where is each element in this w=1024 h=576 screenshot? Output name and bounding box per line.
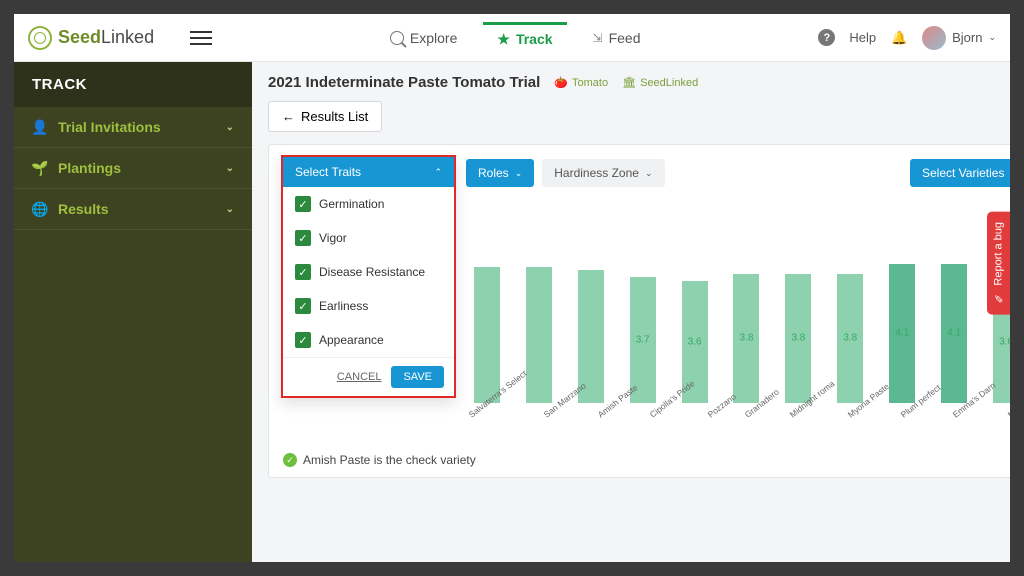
brand-word-b: Linked	[101, 27, 154, 47]
checkbox-checked-icon: ✓	[295, 196, 311, 212]
seedlinked-logo-icon	[28, 26, 52, 50]
page-title: 2021 Indeterminate Paste Tomato Trial	[268, 74, 540, 91]
bar-value: 3.8	[740, 333, 754, 344]
checkbox-checked-icon: ✓	[295, 264, 311, 280]
chevron-up-icon: ⌃	[434, 167, 442, 178]
traits-cancel-button[interactable]: CANCEL	[337, 366, 382, 388]
user-menu[interactable]: Bjorn ⌄	[922, 26, 996, 50]
roles-label: Roles	[478, 166, 509, 180]
checkbox-checked-icon: ✓	[295, 332, 311, 348]
org-chip[interactable]: 🏛 SeedLinked	[622, 76, 698, 89]
sidebar-item-label: Trial Invitations	[58, 119, 161, 135]
pencil-icon: ✎	[992, 292, 1005, 305]
chevron-down-icon: ⌄	[226, 163, 234, 174]
trait-label: Appearance	[319, 333, 384, 347]
org-label: SeedLinked	[640, 77, 698, 89]
user-name: Bjorn	[952, 30, 982, 45]
user-plus-icon: 👤	[32, 119, 48, 135]
globe-icon: 🌐	[32, 201, 48, 217]
report-bug-label: Report a bug	[993, 222, 1005, 286]
sidebar-item-results[interactable]: 🌐 Results ⌄	[14, 189, 252, 230]
trait-option[interactable]: ✓ Vigor	[283, 221, 454, 255]
checkbox-checked-icon: ✓	[295, 230, 311, 246]
check-note-text: Amish Paste is the check variety	[303, 453, 476, 467]
chevron-down-icon: ⌄	[226, 122, 234, 133]
trait-option[interactable]: ✓ Disease Resistance	[283, 255, 454, 289]
chart-panel: Roles ⌄ Hardiness Zone ⌄ Select Varieties⌄…	[268, 144, 1010, 478]
hardiness-label: Hardiness Zone	[554, 166, 639, 180]
check-icon: ✓	[283, 453, 297, 467]
bell-icon[interactable]: 🔔	[890, 29, 908, 47]
bar-value: 3.8	[843, 333, 857, 344]
trait-label: Germination	[319, 197, 384, 211]
bar-value: 3.8	[791, 333, 805, 344]
nav-feed-label: Feed	[609, 30, 641, 46]
chart-bar[interactable]: 3.8	[785, 274, 811, 403]
brand-word-a: Seed	[58, 27, 101, 47]
trait-label: Disease Resistance	[319, 265, 425, 279]
sidebar-title: TRACK	[14, 62, 252, 107]
star-icon: ★	[497, 31, 510, 48]
select-traits-dropdown: Select Traits ⌃ ✓ Germination ✓ Vigor ✓ Disea…	[281, 155, 456, 398]
arrow-left-icon: ←	[282, 109, 295, 124]
chevron-down-icon: ⌄	[226, 204, 234, 215]
sidebar-item-label: Plantings	[58, 160, 121, 176]
trait-option[interactable]: ✓ Appearance	[283, 323, 454, 357]
brand-logo[interactable]: SeedLinked	[28, 26, 154, 50]
tomato-icon: 🍅	[554, 76, 568, 89]
help-icon[interactable]: ?	[818, 29, 835, 46]
avatar	[922, 26, 946, 50]
checkbox-checked-icon: ✓	[295, 298, 311, 314]
bar-value: 4.1	[947, 328, 961, 339]
chart-bar[interactable]: 3.8	[733, 274, 759, 403]
org-icon: 🏛	[622, 76, 636, 89]
select-varieties-label: Select Varieties	[922, 166, 1004, 180]
report-bug-tab[interactable]: ✎ Report a bug	[987, 212, 1010, 315]
chevron-down-icon: ⌄	[988, 32, 996, 43]
nav-explore[interactable]: Explore	[376, 22, 471, 54]
trait-label: Earliness	[319, 299, 368, 313]
nav-track[interactable]: ★ Track	[483, 22, 566, 54]
sidebar-item-label: Results	[58, 201, 109, 217]
chart-bar[interactable]: 3.8	[837, 274, 863, 403]
bar-value: 3.6	[999, 336, 1010, 347]
check-variety-note: ✓ Amish Paste is the check variety	[283, 453, 1010, 467]
results-list-label: Results List	[301, 109, 368, 124]
trait-label: Vigor	[319, 231, 347, 245]
chevron-down-icon: ⌄	[645, 168, 653, 179]
chevron-down-icon: ⌄	[515, 168, 523, 179]
hardiness-filter[interactable]: Hardiness Zone ⌄	[542, 159, 664, 187]
results-list-button[interactable]: ← Results List	[268, 101, 382, 132]
chart-bar[interactable]: 4.1	[941, 264, 967, 403]
crop-chip[interactable]: 🍅 Tomato	[554, 76, 608, 89]
traits-save-button[interactable]: SAVE	[391, 366, 444, 388]
select-varieties-filter[interactable]: Select Varieties⌄	[910, 159, 1010, 187]
sidebar-item-trial-invitations[interactable]: 👤 Trial Invitations ⌄	[14, 107, 252, 148]
select-traits-label: Select Traits	[295, 165, 361, 179]
help-label[interactable]: Help	[849, 30, 876, 45]
search-icon	[390, 31, 404, 45]
chart-bar[interactable]: 4.1	[889, 264, 915, 403]
menu-toggle[interactable]	[190, 31, 212, 45]
roles-filter[interactable]: Roles ⌄	[466, 159, 534, 187]
nav-track-label: Track	[516, 31, 553, 47]
bar-value: 3.7	[636, 335, 650, 346]
seedling-icon: 🌱	[32, 160, 48, 176]
select-traits-toggle[interactable]: Select Traits ⌃	[283, 157, 454, 187]
crop-label: Tomato	[572, 77, 608, 89]
sidebar-item-plantings[interactable]: 🌱 Plantings ⌄	[14, 148, 252, 189]
bar-value: 3.6	[688, 336, 702, 347]
nav-explore-label: Explore	[410, 30, 457, 46]
trait-option[interactable]: ✓ Earliness	[283, 289, 454, 323]
nav-feed[interactable]: ⇲ Feed	[579, 22, 655, 54]
share-icon: ⇲	[593, 31, 603, 45]
trait-option[interactable]: ✓ Germination	[283, 187, 454, 221]
bar-value: 4.1	[895, 328, 909, 339]
